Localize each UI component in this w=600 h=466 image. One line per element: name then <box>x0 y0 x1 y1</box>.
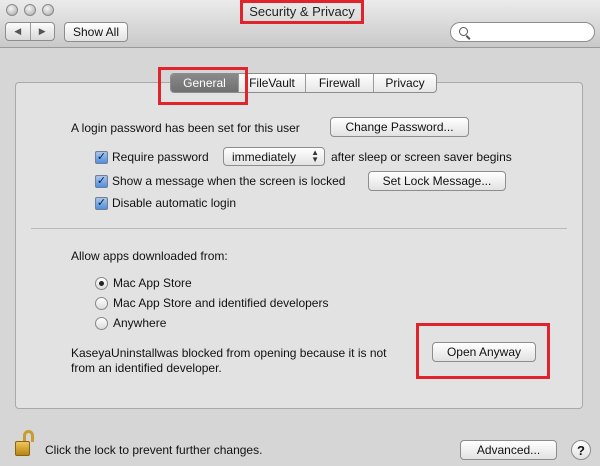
blocked-message-text: was blocked from opening because it is n… <box>157 346 387 360</box>
blocked-app-name: KaseyaUninstall <box>71 346 158 360</box>
window-title: Security & Privacy <box>240 0 364 24</box>
radio-identified-developers-label: Mac App Store and identified developers <box>113 296 329 310</box>
show-message-checkbox[interactable]: ✓ <box>95 175 108 188</box>
login-password-text: A login password has been set for this u… <box>71 121 300 135</box>
blocked-message-line2: from an identified developer. <box>71 361 222 375</box>
require-password-delay-value: immediately <box>232 150 297 164</box>
change-password-button[interactable]: Change Password... <box>330 117 469 137</box>
search-icon <box>459 27 468 36</box>
disable-login-checkbox[interactable]: ✓ <box>95 197 108 210</box>
zoom-window-button[interactable] <box>42 4 54 16</box>
advanced-button[interactable]: Advanced... <box>460 440 557 460</box>
tab-firewall[interactable]: Firewall <box>305 74 373 92</box>
back-forward-control: ◀ ▶ <box>5 22 55 41</box>
forward-arrow-icon[interactable]: ▶ <box>29 23 55 40</box>
section-divider <box>31 228 567 229</box>
title-bar: Security & Privacy ◀ ▶ Show All <box>0 0 600 48</box>
highlight-box-open-anyway <box>416 323 550 379</box>
disable-login-label: Disable automatic login <box>112 196 237 210</box>
search-field[interactable] <box>450 22 595 42</box>
highlight-box-general-tab <box>158 67 248 105</box>
set-lock-message-button[interactable]: Set Lock Message... <box>368 171 506 191</box>
blocked-message-line1: KaseyaUninstallwas blocked from opening … <box>71 346 387 360</box>
radio-mac-app-store-label: Mac App Store <box>113 276 192 290</box>
tab-filevault[interactable]: FileVault <box>238 74 305 92</box>
lock-icon[interactable] <box>15 430 35 457</box>
back-arrow-icon[interactable]: ◀ <box>6 23 30 40</box>
tab-privacy[interactable]: Privacy <box>373 74 436 92</box>
radio-identified-developers[interactable] <box>95 297 108 310</box>
require-password-delay-select[interactable]: immediately ▲ ▼ <box>223 147 325 166</box>
allow-apps-heading: Allow apps downloaded from: <box>71 249 228 263</box>
lock-text: Click the lock to prevent further change… <box>45 443 263 457</box>
show-message-label: Show a message when the screen is locked <box>112 174 346 188</box>
radio-anywhere-label: Anywhere <box>113 316 167 330</box>
close-window-button[interactable] <box>6 4 18 16</box>
minimize-window-button[interactable] <box>24 4 36 16</box>
radio-anywhere[interactable] <box>95 317 108 330</box>
require-password-label: Require password <box>112 150 209 164</box>
show-all-button[interactable]: Show All <box>64 22 128 42</box>
popup-arrows-icon: ▲ ▼ <box>311 148 319 164</box>
require-password-checkbox[interactable]: ✓ <box>95 151 108 164</box>
help-button[interactable]: ? <box>571 440 591 460</box>
require-password-suffix: after sleep or screen saver begins <box>331 150 512 164</box>
radio-mac-app-store[interactable] <box>95 277 108 290</box>
